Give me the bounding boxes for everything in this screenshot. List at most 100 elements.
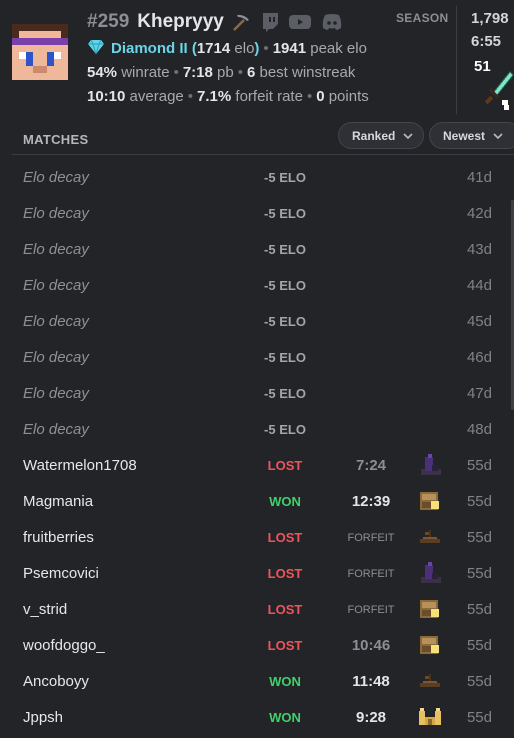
season-time: 6:55 xyxy=(471,33,502,50)
match-result: LOST xyxy=(267,530,303,545)
match-time: 12:39 xyxy=(351,493,391,510)
match-row[interactable]: Elo decay -5 ELO 43d xyxy=(0,231,514,267)
chevron-down-icon xyxy=(493,132,503,139)
match-opponent[interactable]: woofdoggo_ xyxy=(23,637,105,654)
match-opponent[interactable]: Watermelon1708 xyxy=(23,457,137,474)
match-opponent[interactable]: Psemcovici xyxy=(23,565,99,582)
average-line: 10:10 average • 7.1% forfeit rate • 0 points xyxy=(87,88,369,105)
match-result: -5 ELO xyxy=(264,242,306,257)
match-row[interactable]: Elo decay -5 ELO 42d xyxy=(0,195,514,231)
match-age: 48d xyxy=(466,421,492,438)
separator-dot: • xyxy=(306,88,313,105)
match-opponent: Elo decay xyxy=(23,349,89,366)
title-row: #259 Khepryyy xyxy=(87,10,352,34)
match-row[interactable]: Ancoboyy WON 11:48 55d xyxy=(0,663,514,699)
match-row[interactable]: Elo decay -5 ELO 48d xyxy=(0,411,514,447)
match-result: -5 ELO xyxy=(264,206,306,221)
match-result: -5 ELO xyxy=(264,422,306,437)
match-row[interactable]: woofdoggo_ LOST 10:46 55d xyxy=(0,627,514,663)
match-opponent[interactable]: Ancoboyy xyxy=(23,673,89,690)
sort-dropdown[interactable]: Newest xyxy=(429,122,514,149)
match-result: WON xyxy=(269,674,301,689)
separator-dot: • xyxy=(173,64,179,81)
sword-icon xyxy=(484,71,514,110)
profile-header: #259 Khepryyy Diamond II (1714 elo) • 1941… xyxy=(0,0,514,120)
match-row[interactable]: Elo decay -5 ELO 41d xyxy=(0,159,514,195)
match-result: LOST xyxy=(267,458,303,473)
match-row[interactable]: Elo decay -5 ELO 44d xyxy=(0,267,514,303)
winrate-label: winrate xyxy=(121,64,170,81)
match-opponent[interactable]: Jppsh xyxy=(23,709,63,726)
points-value: 0 xyxy=(316,88,325,105)
sort-label: Newest xyxy=(443,128,486,143)
username: Khepryyy xyxy=(137,11,224,32)
match-age: 41d xyxy=(466,169,492,186)
average-label: average xyxy=(129,88,184,105)
match-time: FORFEIT xyxy=(347,568,395,580)
match-result: WON xyxy=(269,710,301,725)
match-row[interactable]: Watermelon1708 LOST 7:24 55d xyxy=(0,447,514,483)
twitch-icon[interactable] xyxy=(260,11,280,33)
match-row[interactable]: Elo decay -5 ELO 45d xyxy=(0,303,514,339)
village-icon xyxy=(420,636,439,654)
match-age: 55d xyxy=(466,601,492,618)
season-divider xyxy=(456,6,457,114)
diamond-icon xyxy=(88,39,104,55)
discord-icon[interactable] xyxy=(320,12,344,32)
match-age: 55d xyxy=(466,493,492,510)
rank-line: Diamond II (1714 elo) • 1941 peak elo xyxy=(87,39,367,57)
matches-title: MATCHES xyxy=(23,132,89,147)
match-time: 10:46 xyxy=(351,637,391,654)
bastion-icon xyxy=(421,454,441,475)
match-row[interactable]: v_strid LOST FORFEIT 55d xyxy=(0,591,514,627)
match-row[interactable]: Magmania WON 12:39 55d xyxy=(0,483,514,519)
match-result: -5 ELO xyxy=(264,278,306,293)
peak-elo-value: 1941 xyxy=(272,40,307,57)
match-result: LOST xyxy=(267,566,303,581)
match-age: 55d xyxy=(466,565,492,582)
pickaxe-icon xyxy=(233,14,249,31)
match-opponent: Elo decay xyxy=(23,241,89,258)
youtube-icon[interactable] xyxy=(288,12,312,32)
separator-dot: • xyxy=(263,40,269,57)
match-row[interactable]: Elo decay -5 ELO 47d xyxy=(0,375,514,411)
match-opponent[interactable]: v_strid xyxy=(23,601,67,618)
match-time: 11:48 xyxy=(352,673,390,690)
match-row[interactable]: Elo decay -5 ELO 46d xyxy=(0,339,514,375)
chevron-down-icon xyxy=(403,132,413,139)
season-label: SEASON xyxy=(396,11,449,25)
ranked-filter-dropdown[interactable]: Ranked xyxy=(338,122,424,149)
match-result: -5 ELO xyxy=(264,170,306,185)
match-result: WON xyxy=(269,494,301,509)
tier-label: Diamond II xyxy=(111,40,188,57)
match-opponent[interactable]: fruitberries xyxy=(23,529,94,546)
match-result: LOST xyxy=(267,602,303,617)
match-row[interactable]: Jppsh WON 9:28 55d xyxy=(0,699,514,735)
leaderboard-rank: #259 xyxy=(87,11,130,32)
separator-dot: • xyxy=(237,64,243,81)
match-result: -5 ELO xyxy=(264,350,306,365)
match-result: -5 ELO xyxy=(264,386,306,401)
match-time: FORFEIT xyxy=(347,604,395,616)
match-opponent[interactable]: Magmania xyxy=(23,493,93,510)
village-icon xyxy=(420,600,439,618)
match-opponent: Elo decay xyxy=(23,421,89,438)
match-age: 55d xyxy=(466,529,492,546)
match-list: Elo decay -5 ELO 41d Elo decay -5 ELO 42… xyxy=(0,159,514,735)
match-result: LOST xyxy=(267,638,303,653)
performance-line: 54% winrate • 7:18 pb • 6 best winstreak xyxy=(87,64,355,81)
points-label: points xyxy=(328,88,369,105)
winstreak-label: best winstreak xyxy=(259,64,356,81)
match-result: -5 ELO xyxy=(264,314,306,329)
match-age: 46d xyxy=(466,349,492,366)
elo-value: 1714 xyxy=(196,40,231,57)
match-time: 9:28 xyxy=(355,709,387,726)
match-row[interactable]: fruitberries LOST FORFEIT 55d xyxy=(0,519,514,555)
match-row[interactable]: Psemcovici LOST FORFEIT 55d xyxy=(0,555,514,591)
pb-value: 7:18 xyxy=(182,64,213,81)
match-opponent: Elo decay xyxy=(23,385,89,402)
shipwreck-icon xyxy=(420,530,440,543)
match-time: FORFEIT xyxy=(347,532,395,544)
match-age: 55d xyxy=(466,637,492,654)
match-age: 55d xyxy=(466,709,492,726)
